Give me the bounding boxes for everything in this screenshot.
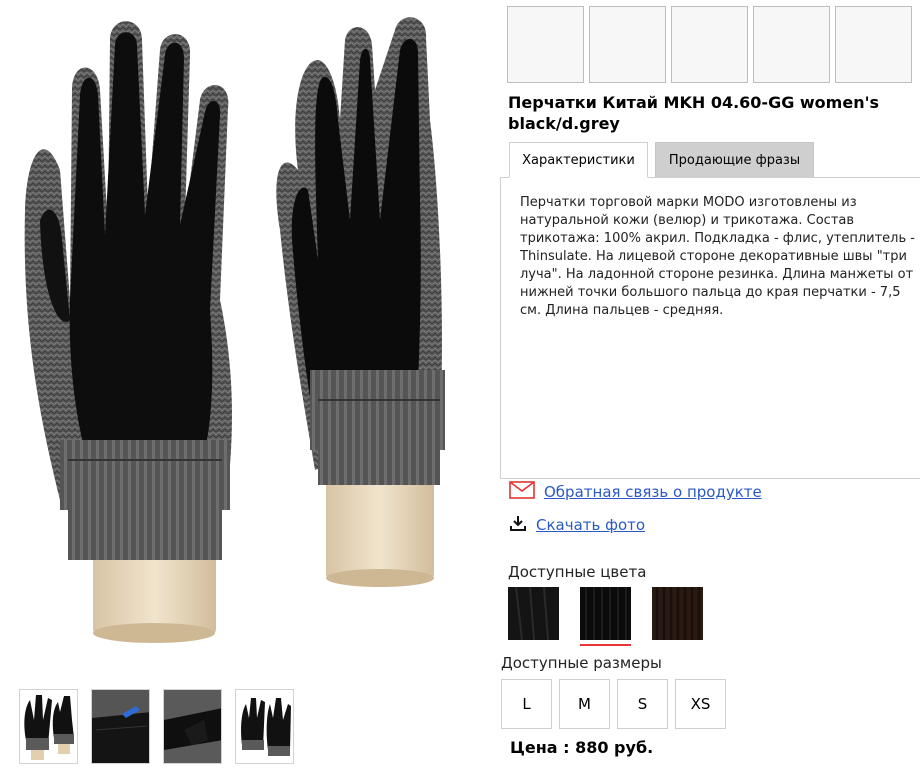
- size-option-s[interactable]: S: [617, 679, 668, 729]
- gallery-box[interactable]: [589, 6, 666, 83]
- tab-selling-phrases[interactable]: Продающие фразы: [655, 142, 814, 178]
- thumbnail-3[interactable]: [163, 689, 222, 764]
- main-product-image[interactable]: [0, 0, 495, 680]
- mail-icon: [509, 481, 535, 503]
- sizes-label: Доступные размеры: [501, 654, 662, 672]
- colors-label: Доступные цвета: [508, 563, 647, 581]
- size-option-m[interactable]: M: [559, 679, 610, 729]
- download-photo-link[interactable]: Скачать фото: [536, 516, 645, 534]
- size-option-xs[interactable]: XS: [675, 679, 726, 729]
- top-gallery: [507, 6, 912, 83]
- feedback-link[interactable]: Обратная связь о продукте: [544, 483, 762, 501]
- download-icon: [509, 514, 527, 536]
- gallery-box[interactable]: [835, 6, 912, 83]
- color-swatch-black[interactable]: [508, 586, 559, 641]
- thumbnail-4[interactable]: [235, 689, 294, 764]
- thumbnail-2[interactable]: [91, 689, 150, 764]
- gallery-box[interactable]: [671, 6, 748, 83]
- selected-indicator: [580, 644, 631, 646]
- product-title: Перчатки Китай MKH 04.60-GG women's blac…: [508, 93, 880, 133]
- gallery-box[interactable]: [507, 6, 584, 83]
- download-link-row: Скачать фото: [509, 514, 645, 536]
- size-option-l[interactable]: L: [501, 679, 552, 729]
- tab-characteristics[interactable]: Характеристики: [509, 142, 648, 178]
- product-price: Цена : 880 руб.: [510, 738, 654, 757]
- thumbnail-1[interactable]: [19, 689, 78, 764]
- product-description: Перчатки торговой марки MODO изготовлены…: [520, 195, 915, 318]
- color-swatch-dark-brown[interactable]: [652, 587, 703, 640]
- size-options: L M S XS: [501, 679, 726, 729]
- color-swatch-black-knit[interactable]: [580, 587, 631, 646]
- thumbnail-strip: [19, 689, 294, 764]
- gallery-box[interactable]: [753, 6, 830, 83]
- color-swatches: [508, 586, 703, 646]
- feedback-link-row: Обратная связь о продукте: [509, 481, 762, 503]
